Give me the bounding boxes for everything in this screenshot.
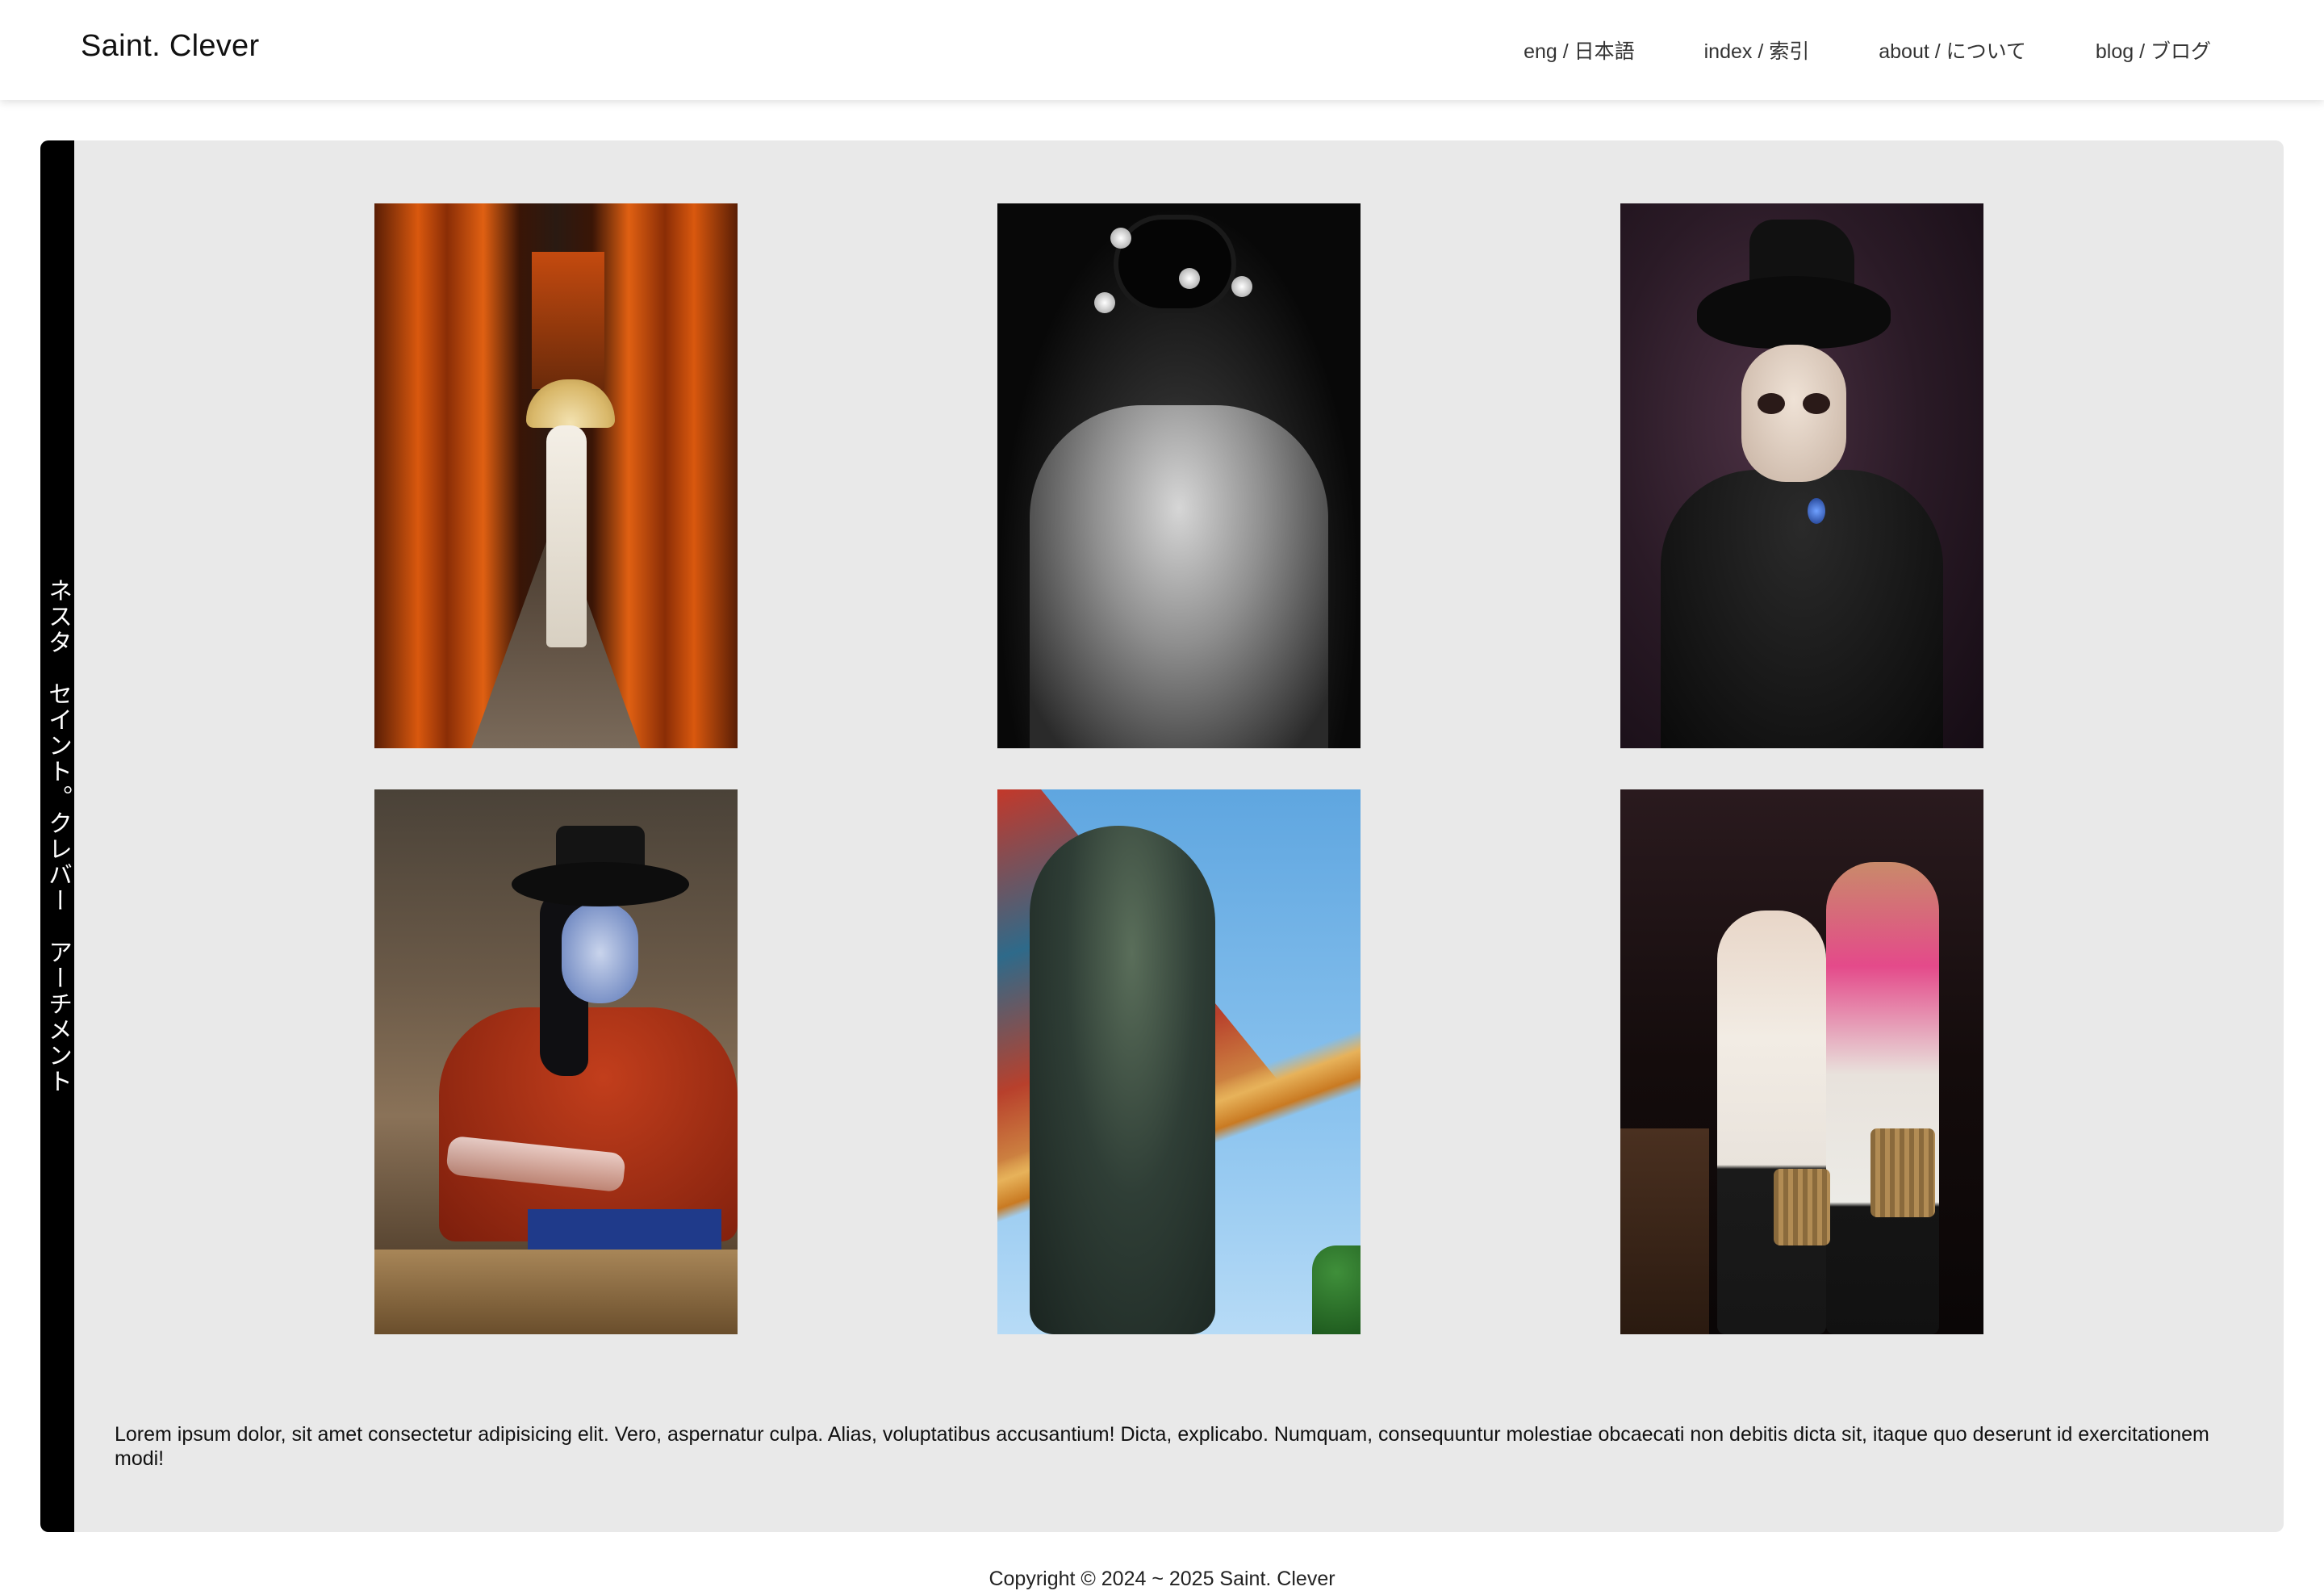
site-footer: Copyright © 2024 ~ 2025 Saint. Clever xyxy=(0,1568,2324,1591)
main-nav: eng / 日本語 index / 索引 about / について blog /… xyxy=(1524,36,2211,65)
kimono-shape xyxy=(1030,405,1328,748)
vertical-title: ネスタ セイント。クレバー アーチメント xyxy=(44,578,72,1095)
site-logo[interactable]: Saint. Clever xyxy=(81,29,259,64)
eye-shape xyxy=(1758,393,1785,414)
trees-shape xyxy=(1312,1245,1361,1334)
gallery-caption: Lorem ipsum dolor, sit amet consectetur … xyxy=(115,1423,2209,1470)
geisha-photo[interactable] xyxy=(997,203,1361,748)
skull-makeup-photo[interactable] xyxy=(1620,203,1983,748)
table-shape xyxy=(1620,1128,1709,1334)
flower-ornament xyxy=(1231,276,1252,297)
shirt-shape xyxy=(439,1007,738,1241)
nav-about[interactable]: about / について xyxy=(1879,36,2026,65)
hat-brim-shape xyxy=(1697,276,1891,349)
copyright-text: Copyright © 2024 ~ 2025 Saint. Clever xyxy=(989,1568,1335,1590)
nav-blog[interactable]: blog / ブログ xyxy=(2096,36,2211,65)
hair-shape xyxy=(1118,220,1231,308)
figure-shape xyxy=(546,425,587,647)
lace-dress-shape xyxy=(1661,470,1943,748)
face-shape xyxy=(562,902,638,1003)
site-header: Saint. Clever eng / 日本語 index / 索引 about… xyxy=(0,0,2324,100)
two-women-photo[interactable] xyxy=(1620,789,1983,1334)
lion-statue-photo[interactable] xyxy=(997,789,1361,1334)
nav-index[interactable]: index / 索引 xyxy=(1704,36,1810,65)
log-shape xyxy=(374,1250,738,1334)
lion-statue-shape xyxy=(1030,826,1215,1334)
hat-brim-shape xyxy=(512,862,689,906)
woman-right-shape xyxy=(1826,862,1939,1334)
basket-shape xyxy=(1870,1128,1935,1217)
face-shape xyxy=(1741,345,1846,482)
brooch-shape xyxy=(1808,498,1825,524)
flower-ornament xyxy=(1110,228,1131,249)
red-shirt-woman-photo[interactable] xyxy=(374,789,738,1334)
eye-shape xyxy=(1803,393,1830,414)
basket-shape xyxy=(1774,1169,1830,1245)
gallery-panel: ネスタ セイント。クレバー アーチメント Lorem ipsum dolor, … xyxy=(40,140,2284,1532)
side-strip: ネスタ セイント。クレバー アーチメント xyxy=(40,140,74,1532)
flower-ornament xyxy=(1094,292,1115,313)
flower-ornament xyxy=(1179,268,1200,289)
nav-language[interactable]: eng / 日本語 xyxy=(1524,36,1635,65)
photo-detail xyxy=(532,252,604,389)
woman-left-shape xyxy=(1717,911,1826,1334)
torii-gates-photo[interactable] xyxy=(374,203,738,748)
